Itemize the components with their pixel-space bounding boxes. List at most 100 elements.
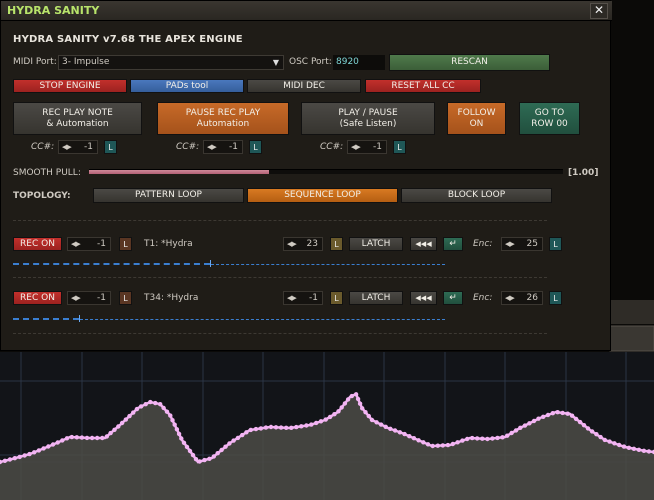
envelope-point[interactable] bbox=[636, 447, 642, 452]
envelope-point[interactable] bbox=[470, 435, 475, 441]
envelope-point[interactable] bbox=[573, 416, 579, 422]
envelope-point[interactable] bbox=[164, 409, 170, 414]
stepper-arrows-icon[interactable]: ◀▶ bbox=[62, 141, 72, 153]
envelope-point[interactable] bbox=[184, 444, 190, 450]
track-1-param-learn[interactable]: L bbox=[330, 237, 343, 251]
envelope-point[interactable] bbox=[598, 434, 603, 440]
envelope-point[interactable] bbox=[168, 413, 173, 418]
rewind-icon[interactable]: ◀◀◀ bbox=[410, 237, 437, 251]
return-icon[interactable]: ↵ bbox=[443, 291, 463, 305]
envelope-point[interactable] bbox=[304, 423, 309, 428]
midi-port-select[interactable]: 3- Impulse ▼ bbox=[58, 55, 284, 70]
cc-learn-2[interactable]: L bbox=[249, 140, 262, 154]
osc-port-field[interactable]: 8920 bbox=[333, 55, 385, 70]
envelope-point[interactable] bbox=[342, 401, 348, 406]
envelope-point[interactable] bbox=[402, 431, 407, 437]
envelope-point[interactable] bbox=[263, 425, 269, 430]
track-2-learn[interactable]: L bbox=[119, 291, 132, 305]
rewind-icon[interactable]: ◀◀◀ bbox=[410, 291, 437, 305]
envelope-point[interactable] bbox=[560, 410, 565, 416]
envelope-point[interactable] bbox=[158, 402, 163, 407]
track-2-latch-button[interactable]: LATCH bbox=[349, 291, 403, 305]
envelope-point[interactable] bbox=[143, 402, 148, 407]
envelope-point[interactable] bbox=[485, 436, 490, 442]
envelope-point[interactable] bbox=[244, 430, 249, 435]
envelope-point[interactable] bbox=[522, 423, 528, 428]
envelope-point[interactable] bbox=[445, 442, 451, 448]
envelope-point[interactable] bbox=[197, 459, 202, 464]
envelope-point[interactable] bbox=[527, 421, 532, 426]
track-2-enc-learn[interactable]: L bbox=[549, 291, 562, 305]
envelope-point[interactable] bbox=[190, 452, 196, 458]
track-2-param-stepper[interactable]: ◀▶ -1 bbox=[283, 291, 323, 305]
track-1-learn[interactable]: L bbox=[119, 237, 132, 251]
envelope-point[interactable] bbox=[227, 441, 232, 446]
envelope-point[interactable] bbox=[505, 433, 510, 438]
track-1-latch-button[interactable]: LATCH bbox=[349, 237, 403, 251]
envelope-point[interactable] bbox=[202, 457, 207, 463]
rec-play-note-button[interactable]: REC PLAY NOTE & Automation bbox=[13, 102, 142, 135]
envelope-point[interactable] bbox=[2, 458, 8, 463]
stepper-arrows-icon[interactable]: ◀▶ bbox=[71, 238, 81, 250]
stepper-arrows-icon[interactable]: ◀▶ bbox=[71, 292, 81, 304]
envelope-point[interactable] bbox=[153, 400, 158, 406]
envelope-point[interactable] bbox=[490, 436, 495, 441]
envelope-point[interactable] bbox=[421, 440, 426, 445]
envelope-point[interactable] bbox=[176, 431, 182, 437]
envelope-point[interactable] bbox=[327, 414, 333, 420]
envelope-point[interactable] bbox=[104, 434, 110, 439]
track-1-enc-stepper[interactable]: ◀▶ 25 bbox=[501, 237, 543, 251]
envelope-point[interactable] bbox=[374, 420, 379, 425]
envelope-point[interactable] bbox=[631, 446, 637, 451]
track-1-stepper[interactable]: ◀▶ -1 bbox=[67, 237, 111, 251]
envelope-point[interactable] bbox=[509, 430, 514, 436]
envelope-point[interactable] bbox=[32, 450, 37, 455]
envelope-point[interactable] bbox=[89, 435, 95, 441]
envelope-point[interactable] bbox=[641, 448, 647, 453]
envelope-point[interactable] bbox=[248, 427, 253, 433]
envelope-point[interactable] bbox=[172, 422, 177, 427]
envelope-point[interactable] bbox=[360, 406, 365, 411]
envelope-point[interactable] bbox=[323, 417, 328, 422]
envelope-point[interactable] bbox=[223, 444, 228, 449]
stepper-arrows-icon[interactable]: ◀▶ bbox=[505, 238, 515, 250]
envelope-point[interactable] bbox=[541, 414, 546, 419]
envelope-point[interactable] bbox=[617, 442, 622, 448]
envelope-point[interactable] bbox=[134, 406, 140, 412]
track-2-enc-stepper[interactable]: ◀▶ 26 bbox=[501, 291, 543, 305]
envelope-point[interactable] bbox=[69, 434, 75, 440]
envelope-point[interactable] bbox=[621, 444, 627, 449]
follow-on-button[interactable]: FOLLOW ON bbox=[447, 102, 506, 135]
envelope-point[interactable] bbox=[215, 451, 220, 456]
envelope-point[interactable] bbox=[646, 449, 652, 454]
envelope-point[interactable] bbox=[299, 424, 304, 429]
envelope-point[interactable] bbox=[55, 440, 60, 445]
envelope-point[interactable] bbox=[123, 417, 128, 422]
track-1-param-stepper[interactable]: ◀▶ 23 bbox=[283, 237, 323, 251]
topology-block-loop[interactable]: BLOCK LOOP bbox=[401, 188, 552, 203]
envelope-point[interactable] bbox=[127, 413, 132, 419]
envelope-point[interactable] bbox=[585, 426, 591, 431]
envelope-point[interactable] bbox=[318, 419, 324, 424]
envelope-point[interactable] bbox=[465, 436, 470, 442]
envelope-point[interactable] bbox=[425, 442, 431, 447]
close-icon[interactable]: ✕ bbox=[590, 3, 608, 19]
cc-stepper-1[interactable]: ◀▶ -1 bbox=[58, 140, 98, 154]
envelope-point[interactable] bbox=[273, 425, 279, 430]
envelope-point[interactable] bbox=[378, 422, 384, 427]
stepper-arrows-icon[interactable]: ◀▶ bbox=[287, 238, 297, 250]
envelope-point[interactable] bbox=[174, 427, 180, 432]
envelope-point[interactable] bbox=[383, 424, 388, 429]
cc-stepper-2[interactable]: ◀▶ -1 bbox=[203, 140, 243, 154]
stepper-arrows-icon[interactable]: ◀▶ bbox=[505, 292, 515, 304]
envelope-point[interactable] bbox=[294, 424, 299, 430]
envelope-point[interactable] bbox=[46, 444, 51, 449]
go-to-row-button[interactable]: GO TO ROW 00 bbox=[519, 102, 580, 135]
envelope-point[interactable] bbox=[289, 425, 294, 430]
envelope-point[interactable] bbox=[513, 428, 519, 433]
envelope-point[interactable] bbox=[475, 436, 480, 441]
envelope-point[interactable] bbox=[22, 453, 27, 458]
envelope-point[interactable] bbox=[612, 441, 617, 446]
track-2-rec-on-button[interactable]: REC ON bbox=[13, 291, 62, 305]
track-2-param-learn[interactable]: L bbox=[330, 291, 343, 305]
